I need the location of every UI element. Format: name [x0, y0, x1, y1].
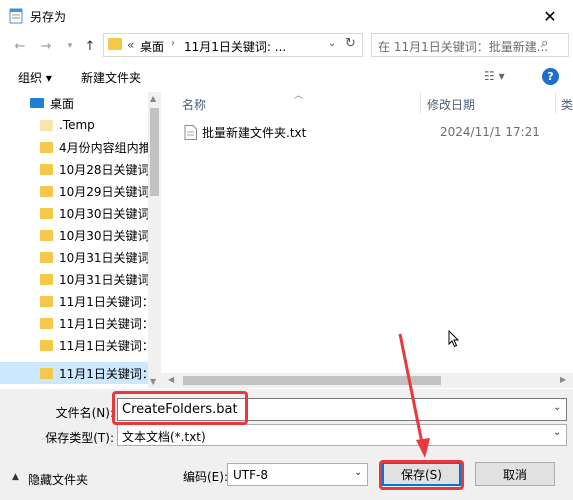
- annotation-arrow: [398, 333, 430, 458]
